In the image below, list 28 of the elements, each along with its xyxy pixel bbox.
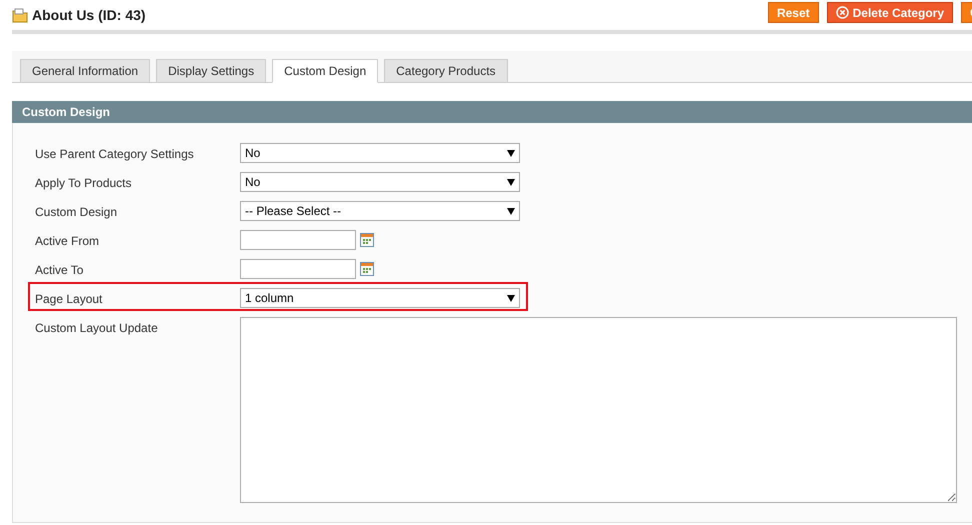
select-field[interactable]: No: [240, 172, 520, 192]
page-title: About Us (ID: 43): [32, 6, 146, 25]
dropdown-arrow-icon: [507, 178, 515, 186]
field-label: Custom Layout Update: [35, 320, 159, 337]
dropdown-arrow-icon: [507, 294, 515, 302]
tab[interactable]: Custom Design: [272, 59, 378, 83]
field-label: Active To: [35, 262, 84, 279]
folder-icon: [12, 8, 28, 22]
field-label: Use Parent Category Settings: [35, 146, 195, 163]
tab[interactable]: Category Products: [384, 59, 508, 83]
field-label: Page Layout: [35, 291, 104, 308]
field-label: Apply To Products: [35, 175, 132, 192]
field-label: Custom Design: [35, 204, 118, 221]
dropdown-arrow-icon: [507, 208, 515, 214]
tab[interactable]: Display Settings: [156, 59, 266, 83]
textarea-field[interactable]: [240, 317, 957, 503]
dropdown-arrow-icon: [507, 150, 515, 156]
date-field[interactable]: [240, 259, 356, 279]
calendar-icon[interactable]: [360, 262, 374, 276]
close-icon: [836, 6, 849, 19]
select-field[interactable]: -- Please Select --: [240, 201, 520, 221]
date-field[interactable]: [240, 230, 356, 250]
tab[interactable]: General Information: [20, 59, 150, 83]
field-label: Active From: [35, 233, 100, 250]
section-title: Custom Design: [22, 104, 110, 121]
calendar-icon[interactable]: [360, 233, 374, 247]
select-field[interactable]: 1 column: [240, 288, 520, 308]
select-field[interactable]: No: [240, 143, 520, 163]
